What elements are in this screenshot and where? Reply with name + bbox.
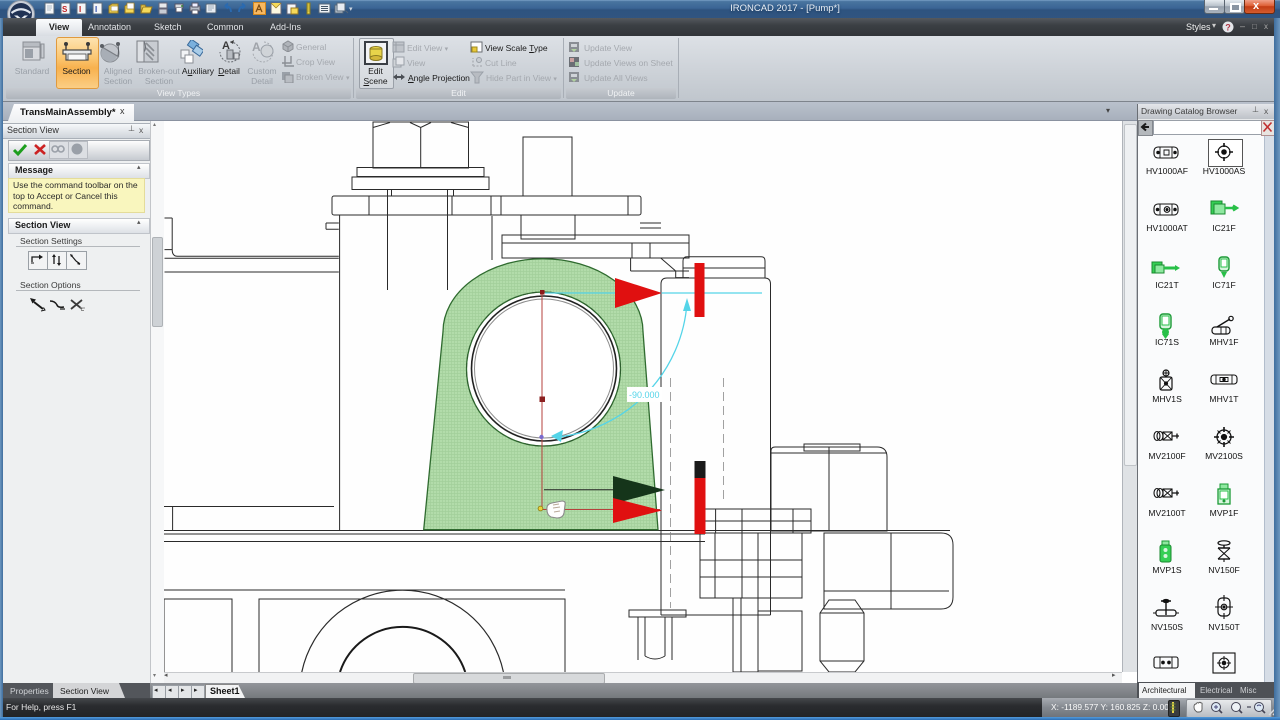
svg-text:▾: ▾ bbox=[349, 6, 353, 13]
svg-text:S: S bbox=[62, 5, 68, 14]
svg-text:I: I bbox=[95, 5, 97, 14]
svg-text:A: A bbox=[252, 40, 261, 54]
svg-text:I: I bbox=[79, 5, 81, 14]
svg-text:-90.000: -90.000 bbox=[629, 390, 660, 400]
svg-text:?: ? bbox=[1225, 23, 1231, 33]
